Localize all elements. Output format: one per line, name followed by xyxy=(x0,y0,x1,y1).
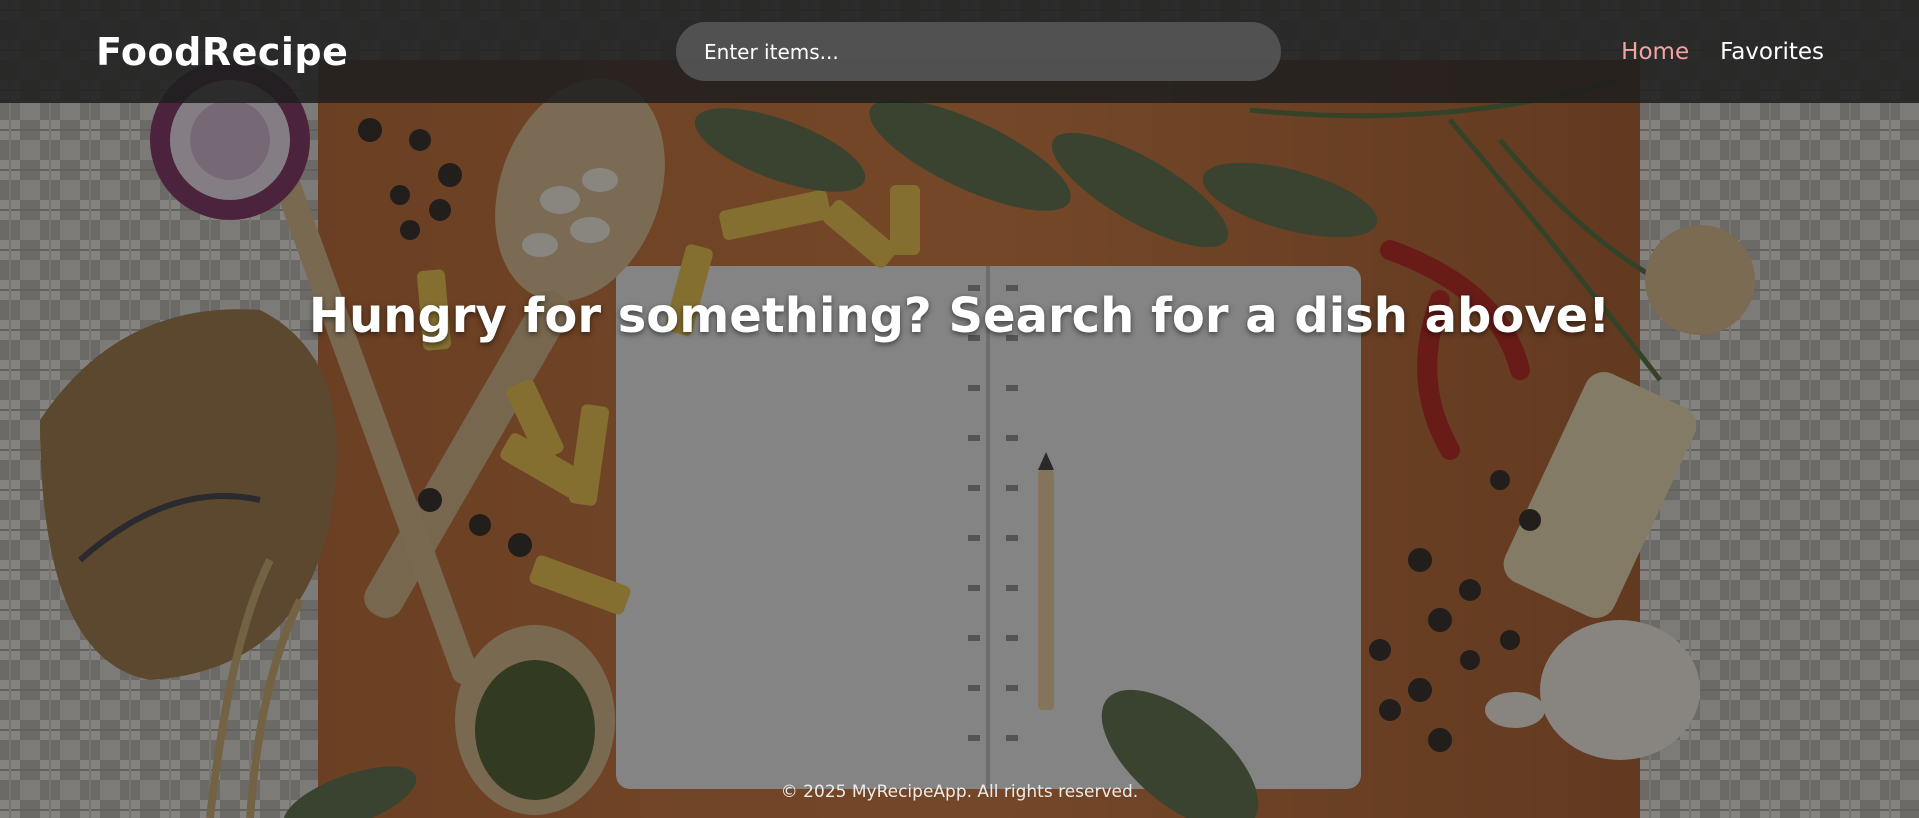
nav-links: Home Favorites xyxy=(1621,34,1824,70)
footer-copyright: © 2025 MyRecipeApp. All rights reserved. xyxy=(780,782,1139,802)
navbar: FoodRecipe Home Favorites xyxy=(0,0,1919,103)
background-overlay xyxy=(0,0,1919,818)
page: FoodRecipe Home Favorites Hungry for som… xyxy=(0,0,1919,818)
search-bar[interactable] xyxy=(676,22,1281,81)
search-input[interactable] xyxy=(702,38,1255,65)
nav-favorites-link[interactable]: Favorites xyxy=(1720,34,1824,70)
app-logo[interactable]: FoodRecipe xyxy=(96,28,348,76)
hero-message: Hungry for something? Search for a dish … xyxy=(308,288,1611,344)
nav-home-link[interactable]: Home xyxy=(1621,34,1689,70)
